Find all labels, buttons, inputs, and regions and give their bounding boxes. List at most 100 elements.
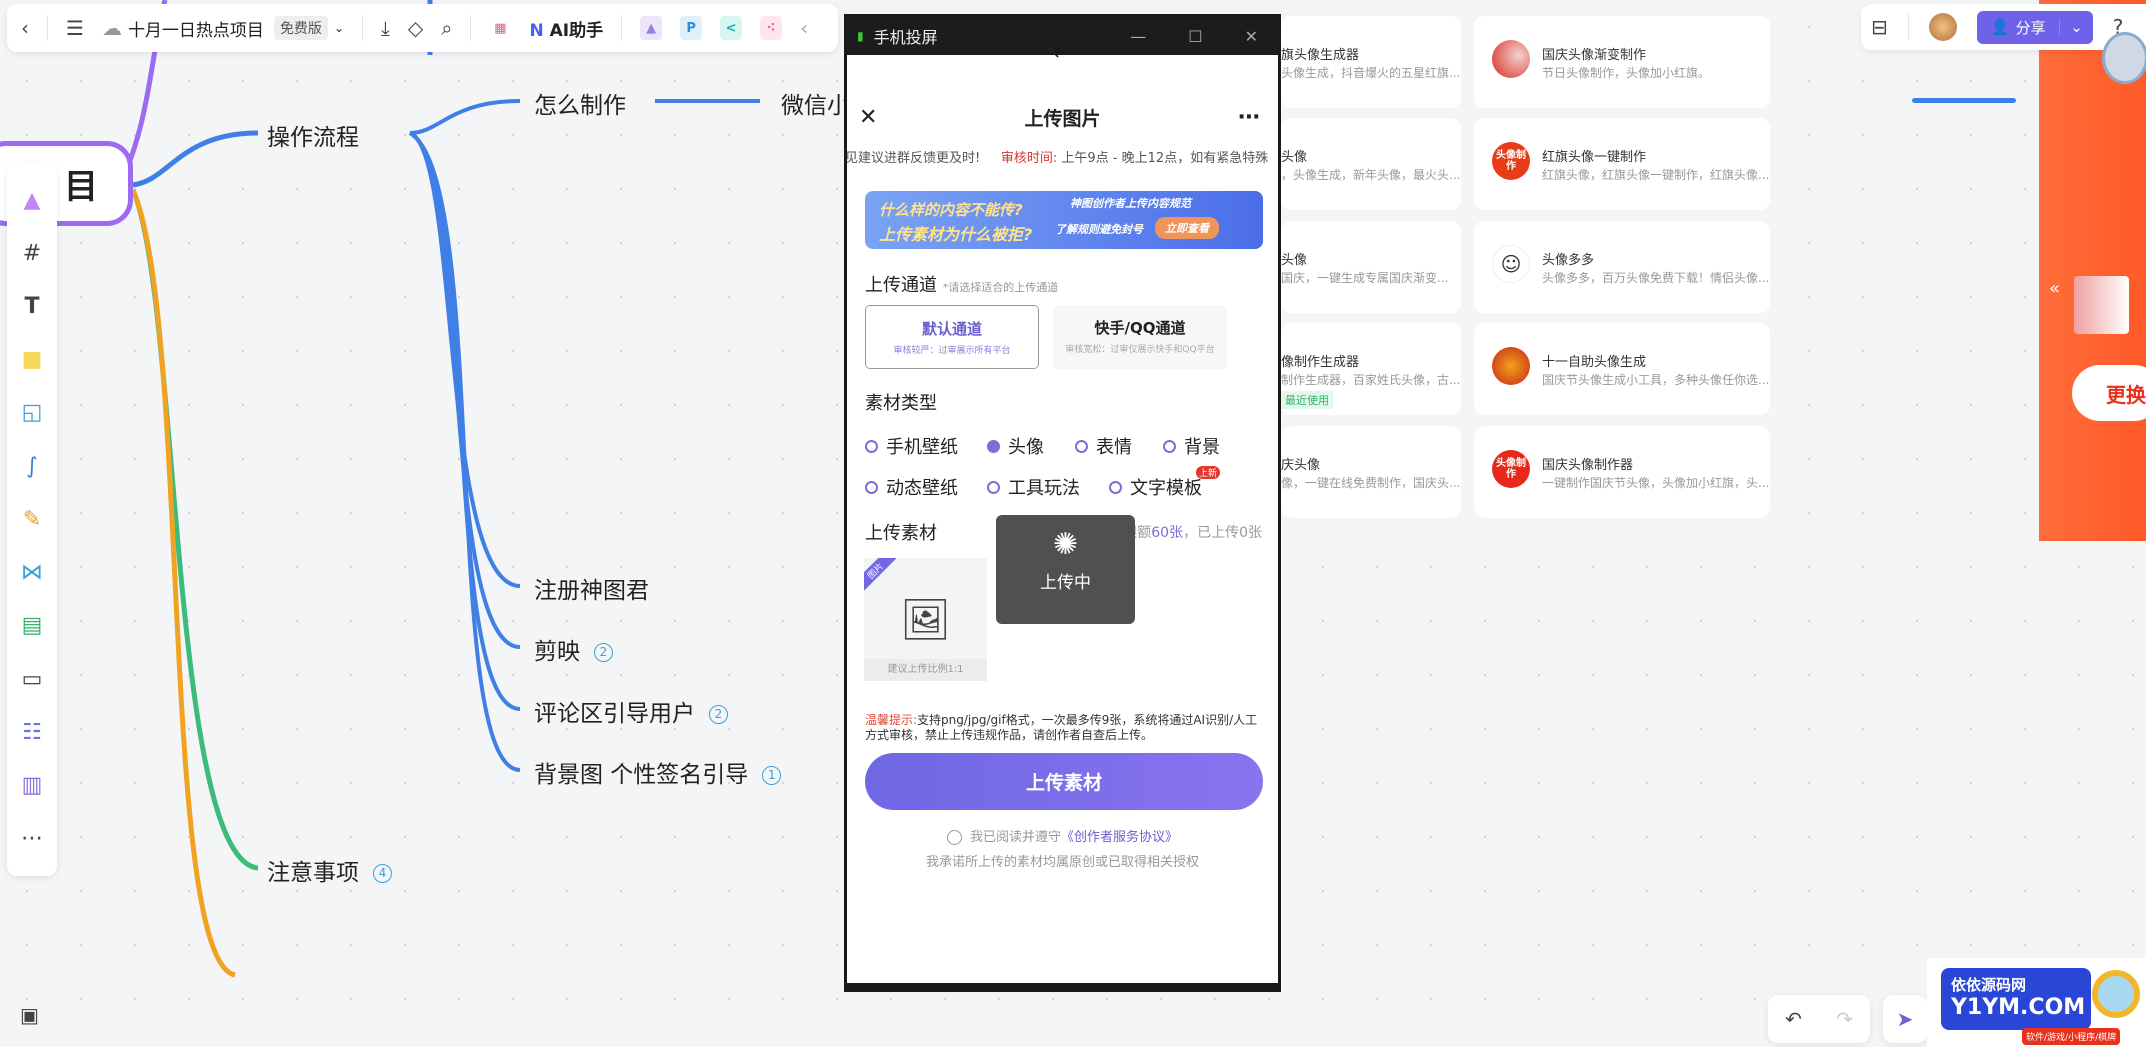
node-register[interactable]: 注册神图君 [534,571,649,605]
program-card[interactable]: 头像 国庆，一键生成专属国庆渐变... [1281,221,1461,313]
toolbox-icon[interactable]: ⊟ [1871,17,1888,37]
agreement-row: 我已阅读并遵守《创作者服务协议》 [847,826,1278,845]
select-tool-button[interactable]: ➤ [1883,995,1927,1043]
window-titlebar[interactable]: ▮ 手机投屏 — ☐ ✕ [847,17,1278,55]
channel-default[interactable]: 默认通道 审核较严：过审展示所有平台 [865,305,1039,369]
calendar-icon[interactable]: ▦ [489,16,511,40]
table-icon[interactable]: ▤ [22,615,43,637]
flow-plugin-icon[interactable]: ⁖ [760,16,783,40]
back-icon[interactable]: ‹ [21,18,29,38]
card-title: 庆头像 [1281,458,1321,473]
undo-icon[interactable]: ↶ [1785,1009,1802,1029]
more-icon[interactable]: ⋯ [21,828,43,850]
chevron-down-icon[interactable]: ⌄ [2059,18,2093,36]
agreement-link[interactable]: 《创作者服务协议》 [1061,830,1178,845]
node-operation[interactable]: 操作流程 [267,118,359,152]
node-wechat[interactable]: 微信小 [781,86,850,120]
node-how[interactable]: 怎么制作 [534,86,626,120]
radio-icon [1109,480,1122,494]
radio-label: 头像 [1008,437,1044,458]
minimize-icon[interactable]: — [1130,27,1146,46]
child-count-badge[interactable]: 2 [709,705,728,724]
agreement-checkbox[interactable] [946,830,962,845]
program-card[interactable]: 国庆头像渐变制作 节日头像制作，头像加小红旗。 [1474,16,1770,108]
type-radio[interactable]: 文字模板 上新 [1109,466,1220,500]
radio-icon [987,480,1000,494]
child-count-badge[interactable]: 4 [373,864,392,883]
kanban-icon[interactable]: ▥ [22,775,43,797]
node-comments[interactable]: 评论区引导用户 2 [534,694,728,728]
type-radio[interactable]: 工具玩法 [987,474,1080,500]
type-radio[interactable]: 动态壁纸 [865,474,958,500]
program-card[interactable]: 头像制作 红旗头像一键制作 红旗头像，红旗头像一键制作，红旗头像... [1474,118,1770,210]
notice-label: 审核时间: [1000,151,1058,166]
program-avatar: 头像制作 [1492,450,1530,488]
type-radio[interactable]: 表情 [1075,433,1132,459]
upload-button[interactable]: 上传素材 [865,753,1263,810]
chevron-down-icon[interactable]: ⌄ [334,21,344,35]
channel-title: 上传通道 *请选择适合的上传通道 [865,271,1058,297]
mouse-cursor-icon: ↖ [1046,42,1062,63]
type-radio[interactable]: 手机壁纸 [865,433,958,459]
p-plugin-icon[interactable]: P [680,16,703,40]
minimap-icon[interactable]: ▣ [20,1005,39,1025]
doc-icon[interactable]: ▭ [22,668,43,691]
avatar[interactable] [1928,13,1957,41]
card-desc: 头像多多，百万头像免费下载！情侣头像... [1542,271,1770,285]
chevrons-left-icon[interactable]: « [2049,278,2060,299]
node-jianying[interactable]: 剪映 2 [534,632,613,666]
share-plugin-icon[interactable]: < [720,16,743,40]
card-desc: 制作生成器，百家姓氏头像，古... [1281,373,1461,387]
connector-icon[interactable]: ∫ [26,455,37,478]
type-title: 素材类型 [865,393,937,414]
program-card[interactable]: 庆头像 像，一键在线免费制作，国庆头... [1281,426,1461,518]
redo-icon[interactable]: ↷ [1836,1009,1853,1029]
maximize-icon[interactable]: ☐ [1188,27,1202,46]
text-icon[interactable]: T [24,296,39,318]
share-button[interactable]: 👤 分享 ⌄ [1976,10,2093,44]
collapse-icon[interactable]: ‹ [800,18,808,38]
node-notes[interactable]: 注意事项 4 [267,853,392,887]
card-title: 旗头像生成器 [1281,48,1360,63]
tag-icon[interactable]: ◇ [408,18,423,38]
pen-icon[interactable]: ✎ [23,508,41,531]
program-card[interactable]: ☺ 头像多多 头像多多，百万头像免费下载！情侣头像... [1474,221,1770,313]
close-icon[interactable]: ✕ [859,105,877,130]
search-icon[interactable]: ⌕ [441,18,452,38]
plan-badge[interactable]: 免费版 [273,16,328,40]
document-title[interactable]: 十月一日热点项目 [128,16,264,41]
program-card[interactable]: 头像制作 国庆头像制作器 一键制作国庆节头像，头像加小红旗，头... [1474,426,1770,518]
node-label: 注册神图君 [534,578,649,604]
image-plugin-icon[interactable]: ▲ [640,16,663,40]
more-icon[interactable]: ⋯ [1238,105,1260,130]
rules-banner[interactable]: 什么样的内容不能传? 上传素材为什么被拒? 神图创作者上传内容规范 了解规则避免… [865,191,1263,249]
section-label: 上传通道 [865,275,937,296]
change-button[interactable]: 更换 [2072,365,2146,421]
type-radio[interactable]: 背景 [1163,433,1220,459]
child-count-badge[interactable]: 2 [594,643,613,662]
mindmap-icon[interactable]: ⋈ [21,562,43,584]
program-card[interactable]: 十一自助头像生成 国庆节头像生成小工具，多种头像任你选... [1474,323,1770,415]
add-image-tile[interactable]: 图片 🖼 建议上传比例1:1 [864,558,987,681]
child-count-badge[interactable]: 1 [762,766,782,785]
card-desc: 头像生成，抖音爆火的五星红旗... [1281,66,1461,80]
banner-button[interactable]: 立即查看 [1155,217,1219,239]
assistant-robot-icon[interactable] [2102,32,2146,84]
download-icon[interactable]: ⤓ [381,18,390,38]
program-card[interactable]: 像制作生成器 制作生成器，百家姓氏头像，古... 最近使用 [1281,323,1461,415]
list-icon[interactable]: ☷ [22,721,42,744]
radio-label: 文字模板 [1130,478,1202,499]
frame-icon[interactable]: # [23,242,41,265]
close-icon[interactable]: ✕ [1245,27,1258,46]
shape-icon[interactable]: ◱ [22,402,43,424]
ai-assistant-button[interactable]: N AI助手 [529,16,603,41]
type-radio[interactable]: 头像 [987,433,1044,459]
window-title: 手机投屏 [873,28,938,47]
program-card[interactable]: 头像 ，头像生成，新年头像，最火头... [1281,118,1461,210]
sticker-icon[interactable]: ▲ [24,189,41,212]
menu-icon[interactable]: ☰ [66,18,84,38]
program-card[interactable]: 旗头像生成器头像生成，抖音爆火的五星红旗... [1281,16,1461,108]
node-background[interactable]: 背景图 个性签名引导 1 [534,755,782,789]
channel-kuaishou-qq[interactable]: 快手/QQ通道 审核宽松：过审仅展示快手和QQ平台 [1053,305,1227,369]
note-icon[interactable]: ■ [22,349,43,371]
